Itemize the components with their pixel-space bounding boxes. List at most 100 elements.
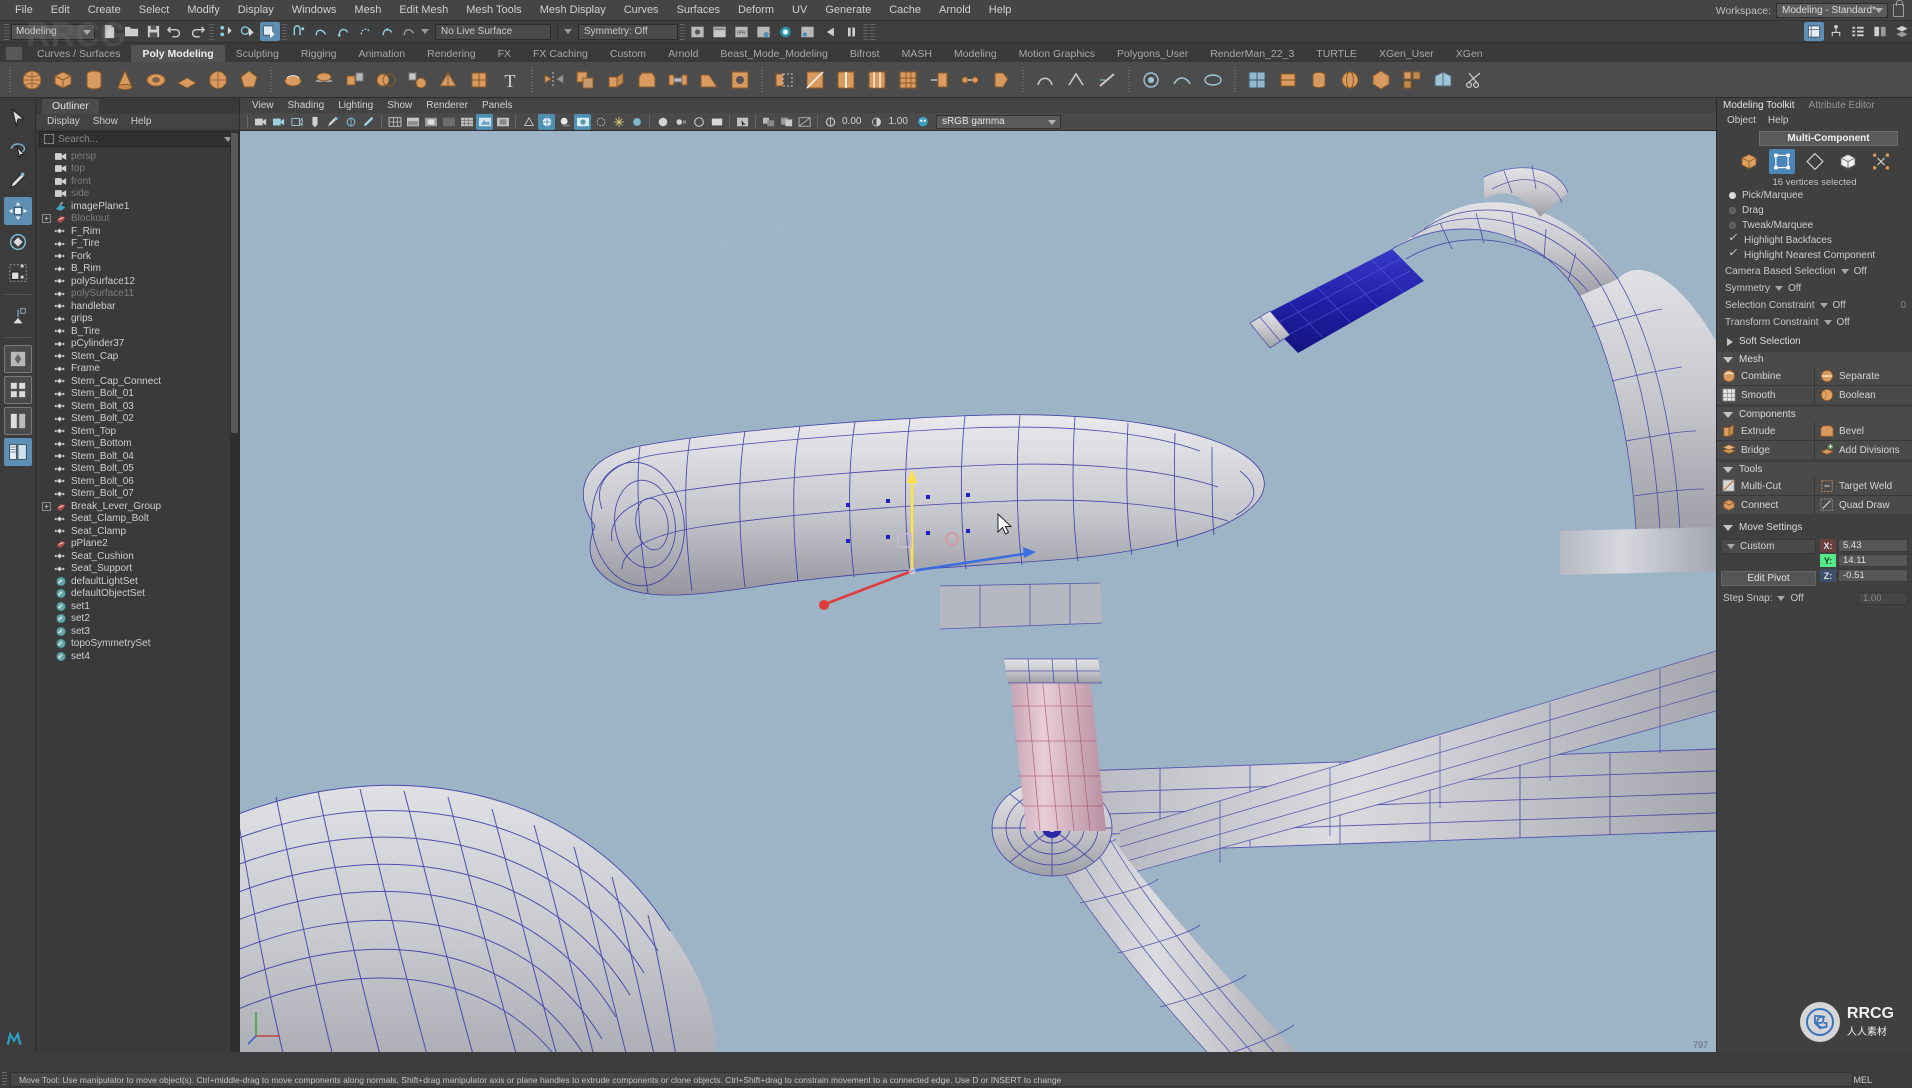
multi-cut-button[interactable]: Multi-Cut	[1717, 477, 1814, 495]
outliner-item-set2[interactable]: set2	[36, 613, 239, 626]
menu-item-edit[interactable]: Edit	[42, 2, 79, 18]
toolkit-menu-object[interactable]: Object	[1723, 115, 1760, 126]
combine-shelf-icon[interactable]	[278, 64, 308, 95]
live-surface-field[interactable]: No Live Surface	[435, 23, 551, 40]
chevron-down-icon[interactable]	[1840, 269, 1849, 274]
exposure-value[interactable]: 0.00	[842, 116, 861, 127]
helpline-grip[interactable]	[2, 1072, 7, 1085]
crease-tool-icon[interactable]	[1092, 64, 1122, 95]
toolbar-grip[interactable]	[870, 23, 875, 40]
show-hypergraph-icon[interactable]	[1826, 22, 1846, 41]
poly-cylinder-icon[interactable]	[79, 64, 109, 95]
extrude-button[interactable]: Extrude	[1717, 422, 1814, 440]
outliner-item-defaultobjectset[interactable]: defaultObjectSet	[36, 588, 239, 601]
outliner-item-toposymmetryset[interactable]: topoSymmetrySet	[36, 638, 239, 651]
target-weld-button[interactable]: Target Weld	[1815, 477, 1912, 495]
snap-to-view-plane-icon[interactable]	[377, 22, 397, 41]
insert-edge-loop-icon[interactable]	[831, 64, 861, 95]
outliner-menu-show[interactable]: Show	[88, 116, 123, 127]
depth-peeling-icon[interactable]	[628, 114, 645, 130]
chevron-down-icon[interactable]	[1775, 286, 1783, 291]
outliner-item-f-tire[interactable]: F_Tire	[36, 238, 239, 251]
separate-button[interactable]: Separate	[1815, 367, 1912, 385]
outliner-persp-layout[interactable]	[3, 438, 32, 466]
chamfer-vertex-icon[interactable]	[986, 64, 1016, 95]
soft-edge-icon[interactable]	[1030, 64, 1060, 95]
last-tool-used[interactable]	[4, 302, 32, 330]
new-scene-icon[interactable]	[99, 22, 119, 41]
uv-cylindrical-icon[interactable]	[1304, 64, 1334, 95]
uv-editor-icon[interactable]	[1242, 64, 1272, 95]
menu-item-uv[interactable]: UV	[783, 2, 816, 18]
shelf-tab-beast-mode-modeling[interactable]: Beast_Mode_Modeling	[709, 45, 838, 62]
gpu-cache-icon[interactable]	[690, 114, 707, 130]
select-mode-tweak[interactable]: Tweak/Marquee	[1717, 218, 1912, 233]
shelf-tab-turtle[interactable]: TURTLE	[1305, 45, 1368, 62]
isolate-select-icon[interactable]	[654, 114, 671, 130]
outliner-item-top[interactable]: top	[36, 163, 239, 176]
outliner-item-front[interactable]: front	[36, 175, 239, 188]
viewport-menu-panels[interactable]: Panels	[476, 100, 519, 111]
outliner-item-pcylinder37[interactable]: pCylinder37	[36, 338, 239, 351]
poly-sphere-icon[interactable]	[17, 64, 47, 95]
render-sequence-icon[interactable]	[709, 22, 729, 41]
menu-item-deform[interactable]: Deform	[729, 2, 783, 18]
shelf-tab-custom[interactable]: Custom	[599, 45, 657, 62]
redo-icon[interactable]	[187, 22, 207, 41]
outliner-item-defaultlightset[interactable]: defaultLightSet	[36, 575, 239, 588]
duplicate-face-icon[interactable]	[570, 64, 600, 95]
viewport-menu-show[interactable]: Show	[381, 100, 418, 111]
single-view-layout[interactable]	[3, 345, 32, 373]
outliner-scrollbar[interactable]	[230, 131, 239, 1052]
viewport-menu-lighting[interactable]: Lighting	[332, 100, 379, 111]
menu-item-select[interactable]: Select	[130, 2, 179, 18]
section-header-move-settings[interactable]: Move Settings	[1717, 520, 1912, 535]
menuset-select[interactable]: Modeling	[11, 23, 95, 40]
outliner-item-side[interactable]: side	[36, 188, 239, 201]
toolbar-grip[interactable]	[863, 23, 868, 40]
mirror-geometry-icon[interactable]	[539, 64, 569, 95]
offset-edge-loop-icon[interactable]	[862, 64, 892, 95]
open-scene-icon[interactable]	[121, 22, 141, 41]
outliner-item-seat-support[interactable]: Seat_Support	[36, 563, 239, 576]
menu-item-mesh-tools[interactable]: Mesh Tools	[457, 2, 530, 18]
menu-item-mesh[interactable]: Mesh	[345, 2, 390, 18]
hardware-texturing-icon[interactable]	[458, 114, 475, 130]
shelf-tab-poly-modeling[interactable]: Poly Modeling	[131, 45, 225, 62]
outliner-item-stem-bolt-05[interactable]: Stem_Bolt_05	[36, 463, 239, 476]
shelf-tab-fx[interactable]: FX	[487, 45, 522, 62]
tab-modeling-toolkit[interactable]: Modeling Toolkit	[1723, 100, 1795, 111]
shelf-tab-renderman-22-3[interactable]: RenderMan_22_3	[1199, 45, 1305, 62]
menu-item-mesh-display[interactable]: Mesh Display	[531, 2, 615, 18]
render-current-frame-icon[interactable]	[687, 22, 707, 41]
menu-item-display[interactable]: Display	[229, 2, 283, 18]
snap-to-point-icon[interactable]	[333, 22, 353, 41]
quadrangulate-shelf-icon[interactable]	[464, 64, 494, 95]
smooth-shade-selected-icon[interactable]	[422, 114, 439, 130]
combine-button[interactable]: Combine	[1717, 367, 1814, 385]
smooth-button[interactable]: Smooth	[1717, 386, 1814, 404]
image-plane-icon[interactable]	[306, 114, 323, 130]
outliner-item-stem-bolt-02[interactable]: Stem_Bolt_02	[36, 413, 239, 426]
outliner-menu-display[interactable]: Display	[42, 116, 85, 127]
fill-hole-icon[interactable]	[725, 64, 755, 95]
menu-item-generate[interactable]: Generate	[816, 2, 880, 18]
select-mode-pick[interactable]: Pick/Marquee	[1717, 188, 1912, 203]
select-by-object-icon[interactable]	[238, 22, 258, 41]
menu-item-help[interactable]: Help	[980, 2, 1021, 18]
vertex-mode-icon[interactable]	[1768, 149, 1795, 174]
outliner-item-polysurface11[interactable]: polySurface11	[36, 288, 239, 301]
gamma-icon[interactable]	[868, 114, 885, 130]
select-mode-drag[interactable]: Drag	[1717, 203, 1912, 218]
outliner-item-seat-clamp-bolt[interactable]: Seat_Clamp_Bolt	[36, 513, 239, 526]
viewport-menu-renderer[interactable]: Renderer	[420, 100, 474, 111]
outliner-search-box[interactable]: Search...	[39, 131, 236, 147]
outliner-item-polysurface12[interactable]: polySurface12	[36, 275, 239, 288]
film-gate-icon[interactable]	[778, 114, 795, 130]
menu-item-arnold[interactable]: Arnold	[930, 2, 980, 18]
poly-platonic-icon[interactable]	[234, 64, 264, 95]
face-mode-icon[interactable]	[1835, 149, 1861, 174]
lock-icon[interactable]	[1893, 0, 1904, 17]
separate-shelf-icon[interactable]	[309, 64, 339, 95]
wedge-shelf-icon[interactable]	[694, 64, 724, 95]
